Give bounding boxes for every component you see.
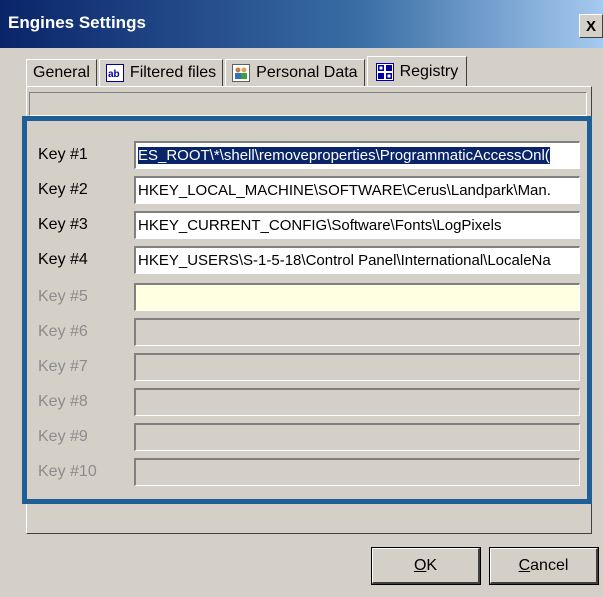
tab-general-label: General	[33, 64, 90, 81]
cancel-label-rest: ancel	[530, 556, 569, 574]
key-label: Key #8	[38, 393, 88, 410]
key-label: Key #5	[38, 288, 88, 305]
key-row: Key #9	[38, 423, 582, 451]
key-value: HKEY_USERS\S-1-5-18\Control Panel\Intern…	[138, 252, 551, 269]
key-label: Key #7	[38, 358, 88, 375]
tab-filtered-files[interactable]: ab Filtered files	[98, 59, 224, 86]
close-button[interactable]: X	[579, 14, 603, 38]
ok-accelerator: O	[413, 556, 427, 574]
panel-header-strip	[29, 92, 587, 116]
people-icon	[232, 64, 251, 82]
key-field[interactable]	[134, 458, 580, 486]
key-row: Key #6	[38, 318, 582, 346]
registry-icon	[375, 63, 394, 81]
key-label: Key #2	[38, 181, 88, 198]
svg-text:ab: ab	[108, 69, 120, 80]
key-row: Key #7	[38, 353, 582, 381]
key-value: ES_ROOT\*\shell\removeproperties\Program…	[138, 147, 550, 164]
tab-personal-data-label: Personal Data	[256, 64, 358, 81]
key-row: Key #2 HKEY_LOCAL_MACHINE\SOFTWARE\Cerus…	[38, 176, 582, 204]
key-field[interactable]: HKEY_LOCAL_MACHINE\SOFTWARE\Cerus\Landpa…	[134, 176, 580, 204]
text-ab-icon: ab	[105, 64, 124, 82]
cancel-button[interactable]: Cancel	[489, 547, 599, 585]
tab-filtered-files-label: Filtered files	[129, 64, 217, 81]
tab-strip: General ab Filtered files Personal Data …	[26, 55, 469, 87]
window-title: Engines Settings	[8, 13, 146, 32]
tab-personal-data[interactable]: Personal Data	[225, 59, 365, 86]
key-label: Key #1	[38, 146, 88, 163]
tab-general[interactable]: General	[26, 59, 97, 86]
key-value: HKEY_LOCAL_MACHINE\SOFTWARE\Cerus\Landpa…	[138, 182, 551, 199]
key-row: Key #10	[38, 458, 582, 486]
key-field[interactable]: HKEY_CURRENT_CONFIG\Software\Fonts\LogPi…	[134, 211, 580, 239]
key-label: Key #4	[38, 251, 88, 268]
key-row: Key #8	[38, 388, 582, 416]
key-field[interactable]	[134, 283, 580, 311]
key-row: Key #3 HKEY_CURRENT_CONFIG\Software\Font…	[38, 211, 582, 239]
key-label: Key #3	[38, 216, 88, 233]
key-field[interactable]	[134, 353, 580, 381]
key-field[interactable]: ES_ROOT\*\shell\removeproperties\Program…	[134, 141, 580, 169]
tab-registry-label: Registry	[399, 63, 459, 80]
tab-registry[interactable]: Registry	[366, 56, 468, 87]
key-field[interactable]	[134, 423, 580, 451]
cancel-accelerator: C	[518, 556, 531, 574]
key-field[interactable]	[134, 318, 580, 346]
ok-button[interactable]: OK	[371, 547, 481, 585]
key-label: Key #6	[38, 323, 88, 340]
key-label: Key #10	[38, 463, 97, 480]
key-row: Key #4 HKEY_USERS\S-1-5-18\Control Panel…	[38, 246, 582, 274]
key-label: Key #9	[38, 428, 88, 445]
key-value: HKEY_CURRENT_CONFIG\Software\Fonts\LogPi…	[138, 217, 502, 234]
ok-label-rest: K	[426, 556, 438, 574]
key-row: Key #5	[38, 283, 582, 311]
key-field[interactable]	[134, 388, 580, 416]
engines-settings-dialog: Engines Settings X General ab Filtered f…	[0, 0, 603, 597]
key-row: Key #1 ES_ROOT\*\shell\removeproperties\…	[38, 141, 582, 169]
title-bar: Engines Settings X	[0, 0, 603, 48]
key-field[interactable]: HKEY_USERS\S-1-5-18\Control Panel\Intern…	[134, 246, 580, 274]
close-icon: X	[585, 17, 596, 35]
